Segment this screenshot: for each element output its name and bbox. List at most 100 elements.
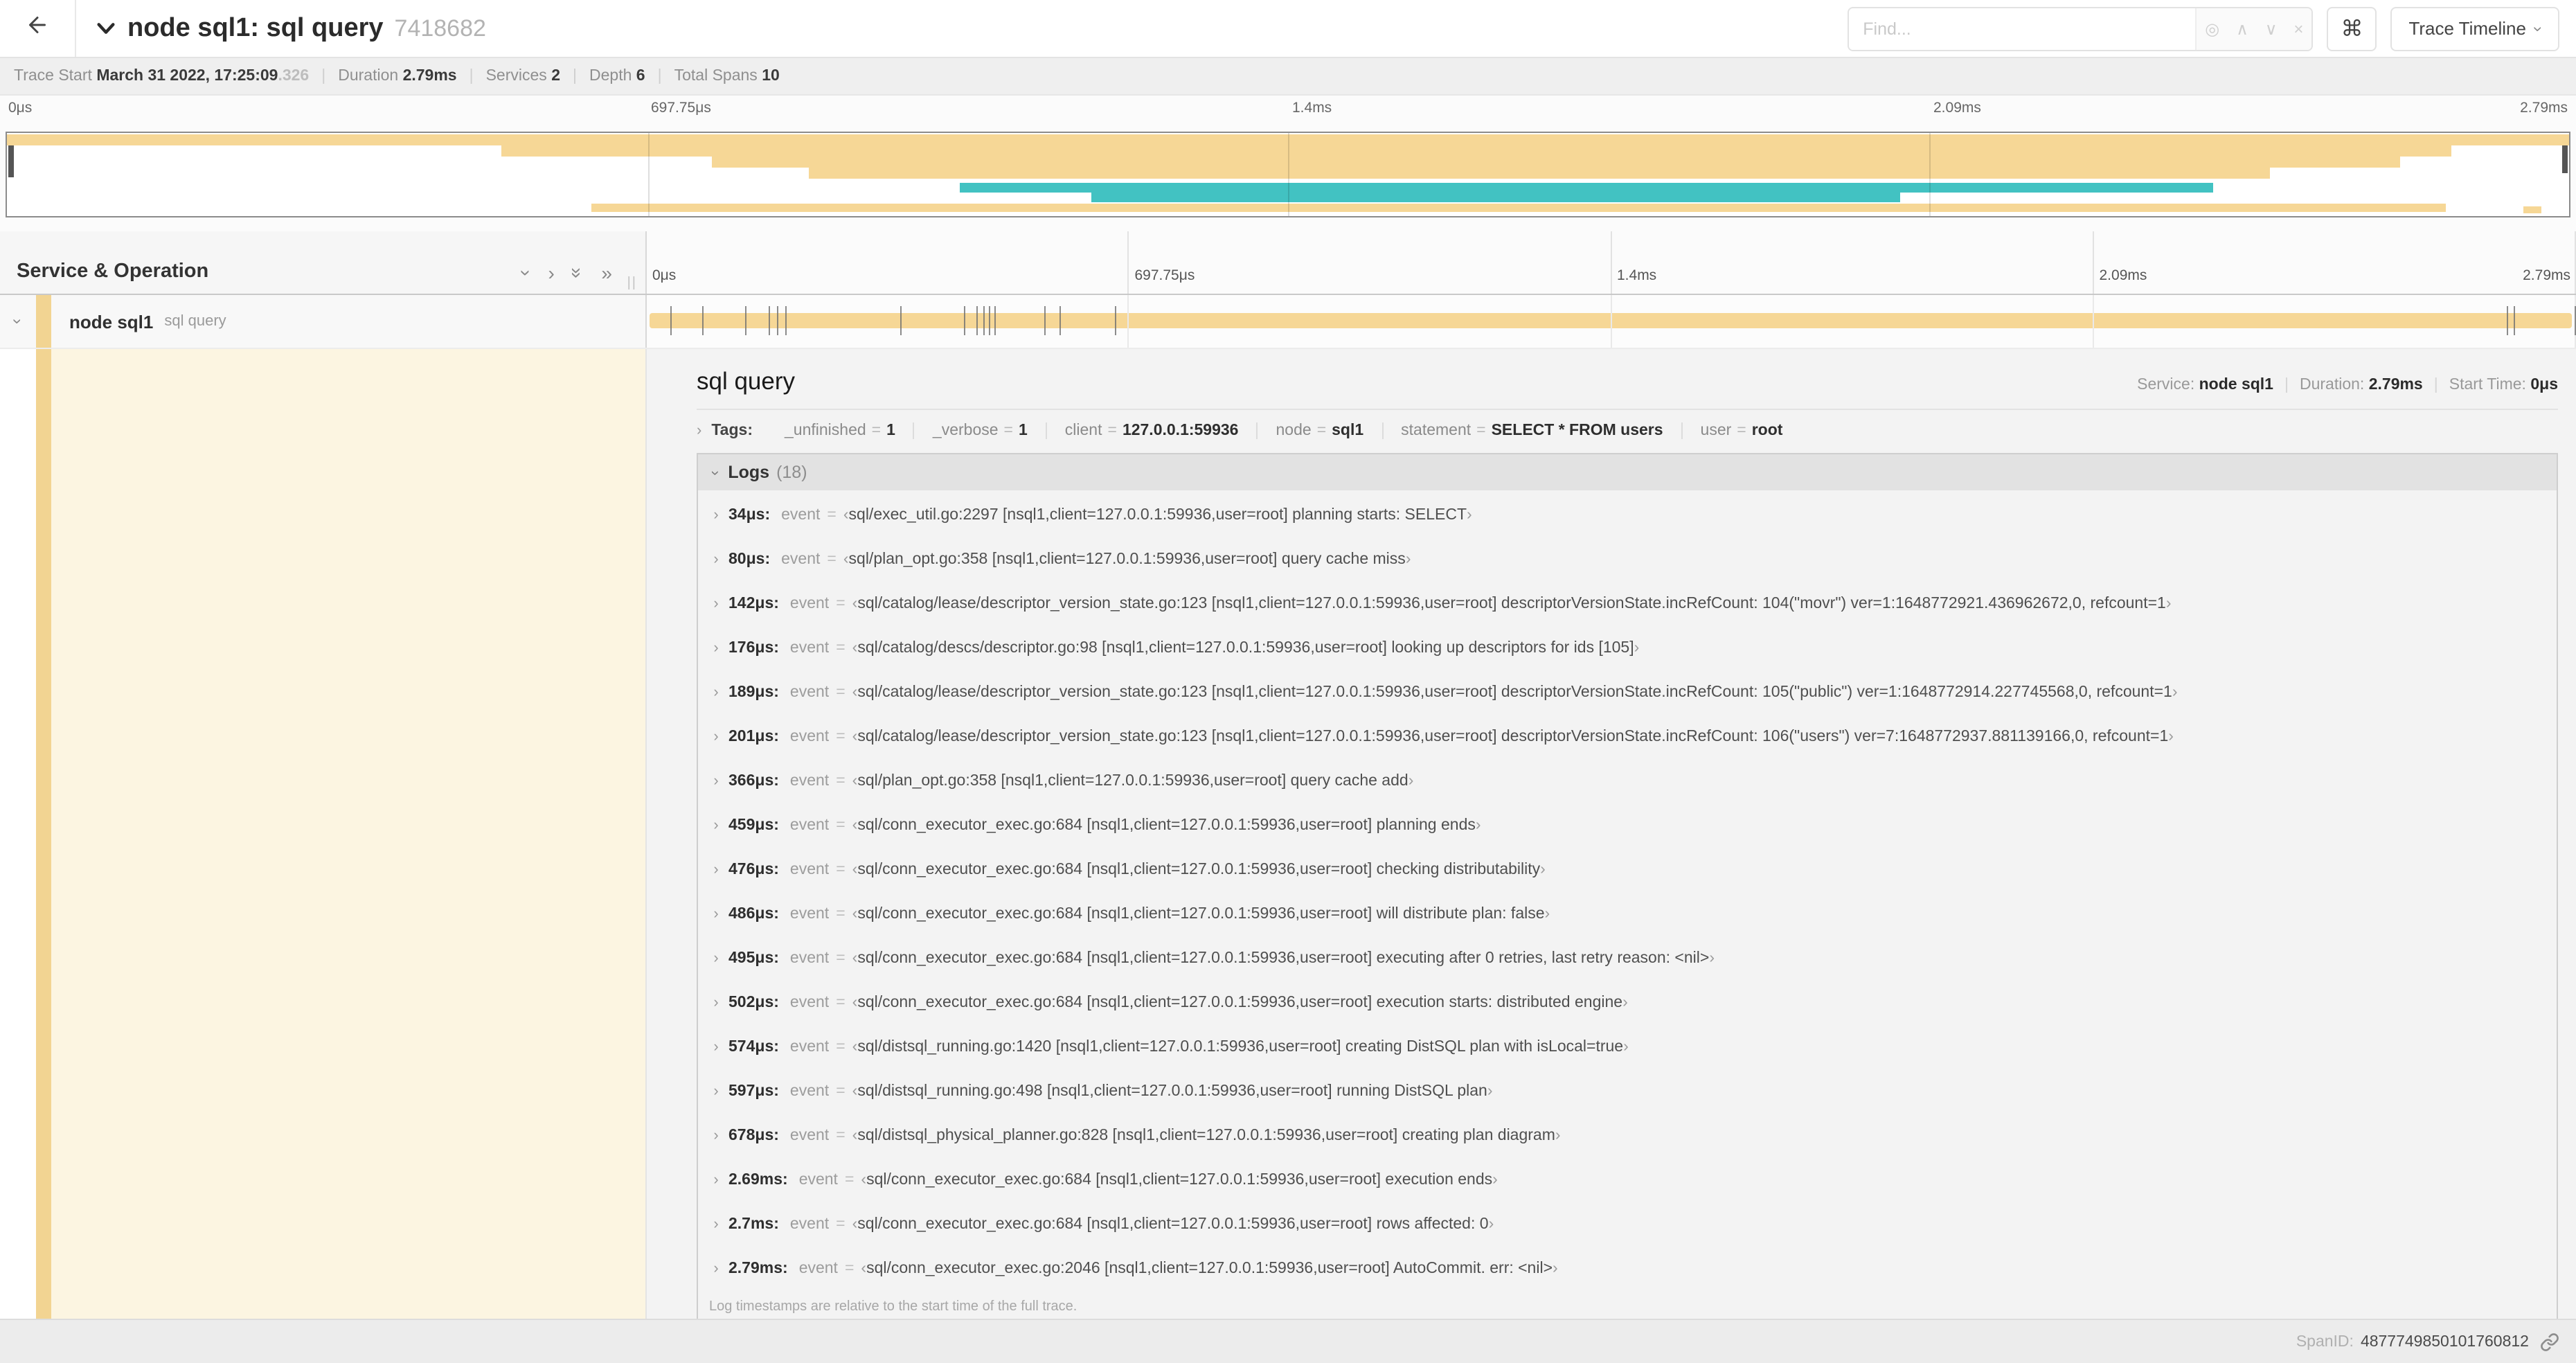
span-log-marker[interactable] (670, 306, 672, 335)
span-log-marker[interactable] (1115, 306, 1117, 335)
log-row[interactable]: › 2.79ms: event = ‹ sql/conn_executor_exec.go… (706, 1247, 2557, 1291)
logs-section: › Logs (18) › 34μs: event = ‹ sql/exec_util.g… (697, 453, 2558, 1319)
span-row[interactable]: › node sql1 sql query (0, 295, 2576, 349)
log-equals: = (836, 1128, 846, 1144)
find-next-icon[interactable]: ∨ (2265, 19, 2278, 38)
find-clear-icon[interactable]: × (2293, 19, 2303, 38)
log-close-quote: › (1540, 862, 1546, 878)
tag-item: client = 127.0.0.1:59936 (1045, 422, 1257, 439)
log-row[interactable]: › 2.69ms: event = ‹ sql/conn_executor_exec.go… (706, 1158, 2557, 1202)
log-field-name: event (789, 729, 830, 745)
trace-summary-item: Total Spans 10 (674, 68, 780, 84)
logs-section-header[interactable]: › Logs (18) (698, 454, 2557, 490)
chevron-right-icon: › (713, 1083, 719, 1100)
collapse-all-icon[interactable]: » (567, 267, 589, 278)
log-timestamp: 176μs: (728, 640, 779, 657)
span-log-marker[interactable] (785, 306, 787, 335)
log-row[interactable]: › 34μs: event = ‹ sql/exec_util.go:2297 [nsql… (706, 493, 2557, 537)
log-row[interactable]: › 176μs: event = ‹ sql/catalog/descs/descript… (706, 626, 2557, 670)
span-log-marker[interactable] (768, 306, 770, 335)
span-detail-row: sql query Service: node sql1 | Duration: 2… (0, 349, 2576, 1319)
collapse-one-icon[interactable]: › (516, 269, 538, 276)
log-equals: = (836, 1039, 846, 1055)
minimap-tick-label: 697.75μs (651, 100, 711, 116)
span-log-marker[interactable] (1044, 306, 1046, 335)
tags-row[interactable]: › Tags: _unfinished = 1 _verbose = 1 client = 12… (697, 422, 2558, 439)
summary-label: Depth (589, 68, 636, 84)
log-equals: = (836, 862, 846, 878)
span-log-marker[interactable] (994, 306, 996, 335)
span-tree-toggle-icon[interactable]: › (8, 303, 28, 339)
log-open-quote: ‹ (852, 729, 858, 745)
log-close-quote: › (1544, 906, 1550, 923)
log-open-quote: ‹ (852, 1128, 858, 1144)
log-close-quote: › (1487, 1083, 1493, 1100)
trace-summary-item: Trace Start March 31 2022, 17:25:09.326 (14, 68, 309, 84)
log-row[interactable]: › 486μs: event = ‹ sql/conn_executor_exec.go:… (706, 892, 2557, 936)
log-message: sql/conn_executor_exec.go:684 [nsql1,cli… (857, 950, 1710, 967)
minimap-canvas[interactable] (6, 132, 2570, 217)
span-row-name-cell: › node sql1 sql query (0, 295, 647, 348)
minimap-tick-label: 1.4ms (1292, 100, 1332, 116)
span-log-marker[interactable] (989, 306, 991, 335)
log-row[interactable]: › 502μs: event = ‹ sql/conn_executor_exec.go:… (706, 981, 2557, 1025)
log-open-quote: ‹ (852, 1216, 858, 1233)
log-row[interactable]: › 495μs: event = ‹ sql/conn_executor_exec.go:… (706, 936, 2557, 981)
find-input[interactable] (1849, 8, 2196, 49)
log-row[interactable]: › 574μs: event = ‹ sql/distsql_running.go:142… (706, 1025, 2557, 1069)
match-target-icon[interactable]: ◎ (2205, 19, 2219, 38)
logs-footer-note: Log timestamps are relative to the start… (709, 1299, 1077, 1315)
summary-value: 10 (762, 68, 780, 84)
span-service-name: node sql1 (69, 311, 154, 332)
span-log-marker[interactable] (964, 306, 966, 335)
log-message: sql/plan_opt.go:358 [nsql1,client=127.0.… (857, 773, 1408, 790)
log-open-quote: ‹ (843, 551, 849, 568)
view-selector-label: Trace Timeline (2408, 18, 2526, 39)
log-field-name: event (789, 1216, 830, 1233)
chevron-down-icon[interactable] (96, 18, 116, 39)
minimap-span-bar (2523, 206, 2541, 213)
log-row[interactable]: › 2.7ms: event = ‹ sql/conn_executor_exec.go:… (706, 1202, 2557, 1247)
log-row[interactable]: › 189μs: event = ‹ sql/catalog/lease/descript… (706, 670, 2557, 715)
log-row[interactable]: › 201μs: event = ‹ sql/catalog/lease/descript… (706, 715, 2557, 759)
log-row[interactable]: › 459μs: event = ‹ sql/conn_executor_exec.go:… (706, 803, 2557, 848)
back-button[interactable] (0, 0, 76, 57)
span-log-marker[interactable] (900, 306, 902, 335)
log-row[interactable]: › 366μs: event = ‹ sql/plan_opt.go:358 [nsql1… (706, 759, 2557, 803)
log-row[interactable]: › 142μs: event = ‹ sql/catalog/lease/descript… (706, 582, 2557, 626)
detail-divider (697, 409, 2558, 410)
span-log-marker[interactable] (976, 306, 978, 335)
view-selector-button[interactable]: Trace Timeline › (2390, 6, 2559, 51)
span-log-marker[interactable] (983, 306, 985, 335)
expand-one-icon[interactable]: › (548, 263, 554, 283)
keyboard-shortcuts-button[interactable]: ⌘ (2327, 6, 2377, 51)
log-row[interactable]: › 678μs: event = ‹ sql/distsql_physical_plann… (706, 1114, 2557, 1158)
span-log-marker[interactable] (2514, 306, 2515, 335)
chevron-right-icon: › (713, 1260, 719, 1277)
chevron-right-icon: › (713, 862, 719, 878)
span-log-marker[interactable] (1059, 306, 1062, 335)
expand-all-icon[interactable]: » (601, 263, 612, 283)
log-equals: = (836, 729, 846, 745)
find-prev-icon[interactable]: ∧ (2236, 19, 2248, 38)
log-message: sql/conn_executor_exec.go:684 [nsql1,cli… (866, 1172, 1493, 1188)
log-message: sql/plan_opt.go:358 [nsql1,client=127.0.… (848, 551, 1406, 568)
log-row[interactable]: › 476μs: event = ‹ sql/conn_executor_exec.go:… (706, 848, 2557, 892)
log-timestamp: 189μs: (728, 684, 779, 701)
log-close-quote: › (1405, 551, 1411, 568)
log-message: sql/conn_executor_exec.go:684 [nsql1,cli… (857, 906, 1545, 923)
column-resizer[interactable]: || (627, 276, 637, 291)
log-row[interactable]: › 80μs: event = ‹ sql/plan_opt.go:358 [nsql1,… (706, 537, 2557, 582)
span-detail-meta: Service: node sql1 | Duration: 2.79ms | Star… (2137, 377, 2558, 393)
log-row[interactable]: › 597μs: event = ‹ sql/distsql_running.go:498… (706, 1069, 2557, 1114)
span-log-marker[interactable] (2507, 306, 2509, 335)
deep-link-button[interactable] (2540, 1332, 2559, 1351)
log-message: sql/exec_util.go:2297 [nsql1,client=127.… (848, 507, 1467, 524)
span-log-marker[interactable] (744, 306, 746, 335)
log-message: sql/catalog/descs/descriptor.go:98 [nsql… (857, 640, 1634, 657)
span-log-marker[interactable] (777, 306, 779, 335)
tag-key: _verbose (932, 422, 999, 439)
timeline-header-row: Service & Operation › › » » || 0μs 697.75… (0, 231, 2576, 295)
span-log-marker[interactable] (701, 306, 704, 335)
log-equals: = (827, 551, 837, 568)
